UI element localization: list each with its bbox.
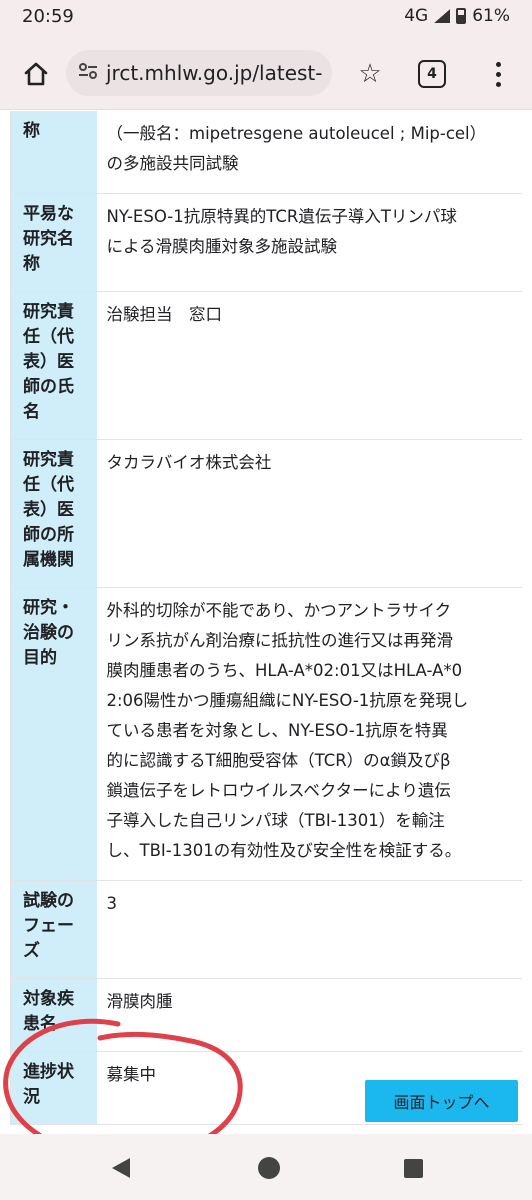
table-row: 研究責 任（代 表）医 師の氏 名 治験担当 窓口 [10,291,522,440]
row-label: 平易な 研究名 称 [10,193,97,292]
table-row: 平易な 研究名 称 NY-ESO-1抗原特異的TCR遺伝子導入Tリンパ球 による… [10,193,522,292]
row-value: NY-ESO-1抗原特異的TCR遺伝子導入Tリンパ球 による滑膜肉腫対象多施設試… [96,193,522,292]
browser-toolbar: jrct.mhlw.go.jp/latest- ☆ 4 [0,38,532,110]
tab-switcher-button[interactable]: 4 [418,60,446,88]
recents-icon[interactable] [404,1159,423,1178]
system-nav-bar [0,1134,532,1200]
scroll-to-top-button[interactable]: 画面トップへ [365,1080,518,1122]
battery-level: 61% [472,6,510,26]
status-time: 20:59 [22,6,74,27]
battery-icon [456,8,467,24]
bookmark-button[interactable]: ☆ [352,56,388,92]
back-icon[interactable] [112,1158,130,1178]
table-row: 対象疾 患名 滑膜肉腫 [10,978,522,1052]
row-label: 研究責 任（代 表）医 師の氏 名 [10,291,97,440]
status-indicators: 4G 61% [404,6,510,26]
home-icon [24,62,48,86]
row-value: （一般名：mipetresgene autoleucel ; Mip-cel） … [96,111,522,194]
row-label: 進捗状 況 [10,1051,97,1125]
table-row: 研究責 任（代 表）医 師の所 属機関 タカラバイオ株式会社 [10,439,522,588]
status-bar: 20:59 4G 61% [0,0,532,38]
table-row: 称 （一般名：mipetresgene autoleucel ; Mip-cel… [10,111,522,194]
signal-icon [434,9,451,23]
row-label: 称 [10,111,97,194]
address-bar[interactable]: jrct.mhlw.go.jp/latest- [66,50,332,96]
star-icon: ☆ [358,59,382,89]
tune-icon[interactable] [78,62,98,85]
row-label: 対象疾 患名 [10,978,97,1052]
row-label: 研究・ 治験の 目的 [10,587,97,881]
network-type: 4G [404,6,429,26]
home-button[interactable] [18,56,54,92]
row-value: 滑膜肉腫 [96,978,522,1052]
row-value: 治験担当 窓口 [96,291,522,440]
row-value: 3 [96,880,522,979]
row-label: 研究責 任（代 表）医 師の所 属機関 [10,439,97,588]
more-vert-icon[interactable] [486,56,510,92]
row-label: 試験の フェー ズ [10,880,97,979]
url-text: jrct.mhlw.go.jp/latest- [106,61,323,85]
row-value: 外科的切除が不能であり、かつアントラサイク リン系抗がん剤治療に抵抗性の進行又は… [96,587,522,881]
table-row: 試験の フェー ズ 3 [10,880,522,979]
tab-count: 4 [427,66,437,82]
page-content[interactable]: 称 （一般名：mipetresgene autoleucel ; Mip-cel… [0,111,532,1133]
trial-info-table: 称 （一般名：mipetresgene autoleucel ; Mip-cel… [10,111,522,1125]
table-row: 研究・ 治験の 目的 外科的切除が不能であり、かつアントラサイク リン系抗がん剤… [10,587,522,881]
home-circle-icon[interactable] [258,1157,280,1179]
row-value: タカラバイオ株式会社 [96,439,522,588]
